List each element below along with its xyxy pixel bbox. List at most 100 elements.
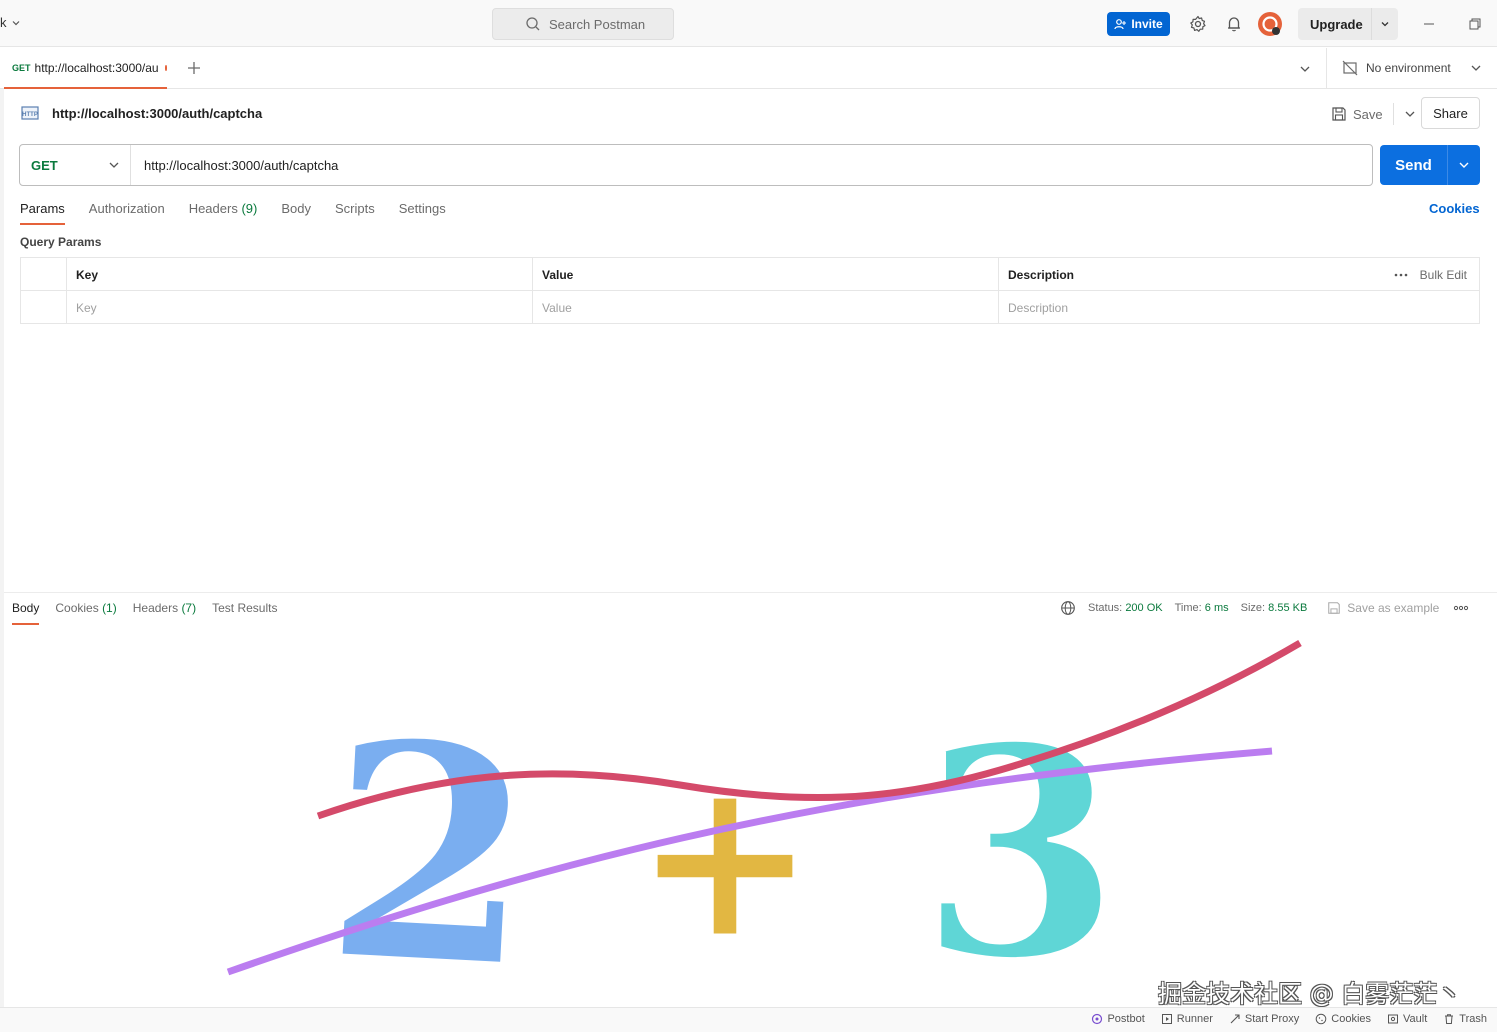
- tab-title: http://localhost:3000/au: [34, 60, 159, 75]
- tab-label: Headers: [132, 601, 179, 615]
- title-bar: k Search Postman Invite Upgrade: [0, 0, 1497, 47]
- time-label: Time:: [1174, 602, 1202, 614]
- tab-response-cookies[interactable]: Cookies (1): [55, 601, 116, 625]
- tab-scripts[interactable]: Scripts: [335, 201, 375, 225]
- tab-count: (1): [102, 601, 117, 615]
- tab-params[interactable]: Params: [20, 201, 65, 225]
- tab-authorization[interactable]: Authorization: [89, 201, 165, 225]
- statusbar-postbot[interactable]: Postbot: [1091, 1013, 1145, 1025]
- tab-request[interactable]: GET http://localhost:3000/au: [4, 48, 167, 89]
- tab-method: GET: [12, 62, 31, 73]
- search-input[interactable]: Search Postman: [492, 8, 674, 40]
- tab-count: (9): [241, 201, 258, 216]
- query-params-title: Query Params: [20, 235, 102, 249]
- tab-settings[interactable]: Settings: [399, 201, 446, 225]
- restore-button[interactable]: [1465, 14, 1485, 34]
- tab-body[interactable]: Body: [281, 201, 311, 225]
- statusbar-cookies[interactable]: Cookies: [1315, 1013, 1371, 1025]
- unsaved-indicator: [164, 64, 167, 71]
- globe-icon[interactable]: [1060, 600, 1076, 616]
- status-label: Status:: [1088, 602, 1123, 614]
- minimize-icon: [1424, 23, 1434, 25]
- tab-response-body[interactable]: Body: [12, 601, 40, 625]
- send-options-button[interactable]: [1448, 159, 1480, 171]
- minimize-button[interactable]: [1419, 14, 1439, 34]
- bulk-edit-label: Bulk Edit: [1419, 267, 1467, 282]
- cookies-link[interactable]: Cookies: [1429, 201, 1480, 216]
- statusbar-label: Cookies: [1331, 1013, 1372, 1025]
- invite-button[interactable]: Invite: [1107, 12, 1170, 36]
- search-icon: [526, 17, 540, 31]
- row-checkbox[interactable]: [21, 291, 66, 324]
- environment-selector[interactable]: No environment: [1326, 48, 1497, 88]
- description-input[interactable]: Description: [998, 291, 1479, 324]
- share-button[interactable]: Share: [1421, 97, 1480, 129]
- pane-divider[interactable]: [4, 592, 1497, 593]
- tab-label: Test Results: [212, 601, 278, 615]
- key-input[interactable]: Key: [66, 291, 532, 324]
- upgrade-button[interactable]: Upgrade: [1298, 8, 1398, 40]
- upgrade-label: Upgrade: [1310, 16, 1363, 32]
- statusbar-label: Runner: [1176, 1013, 1213, 1025]
- statusbar-runner[interactable]: Runner: [1161, 1013, 1213, 1025]
- column-value: Value: [532, 258, 998, 291]
- postbot-icon: [1092, 1013, 1103, 1025]
- size-info[interactable]: Size: 8.55 KB: [1241, 602, 1308, 614]
- url-input[interactable]: http://localhost:3000/auth/captcha: [144, 158, 338, 173]
- request-title-bar: HTTP http://localhost:3000/auth/captcha: [20, 103, 262, 123]
- statusbar-label: Vault: [1403, 1013, 1428, 1025]
- new-tab-button[interactable]: [186, 60, 202, 76]
- chevron-down-icon: [1381, 22, 1389, 27]
- bell-icon: [1228, 17, 1240, 32]
- statusbar-label: Trash: [1459, 1013, 1487, 1025]
- value-input[interactable]: Value: [532, 291, 998, 324]
- time-value: 6 ms: [1204, 602, 1229, 614]
- chevron-down-icon: [12, 20, 19, 25]
- tab-label: Body: [281, 201, 311, 216]
- more-icon[interactable]: [1453, 605, 1469, 611]
- avatar[interactable]: [1257, 11, 1283, 37]
- save-as-example-button[interactable]: Save as example: [1327, 601, 1439, 615]
- tab-response-headers[interactable]: Headers (7): [133, 601, 196, 625]
- column-key: Key: [66, 258, 532, 291]
- method-select[interactable]: GET: [20, 145, 131, 185]
- status-info[interactable]: Status: 200 OK: [1088, 602, 1163, 614]
- chevron-down-icon: [109, 162, 119, 168]
- settings-button[interactable]: [1188, 14, 1208, 34]
- http-request-icon: HTTP: [21, 106, 39, 120]
- tab-test-results[interactable]: Test Results: [212, 601, 277, 625]
- statusbar-vault[interactable]: Vault: [1387, 1013, 1427, 1025]
- more-icon[interactable]: [1394, 273, 1408, 277]
- time-info[interactable]: Time: 6 ms: [1175, 602, 1229, 614]
- tab-headers[interactable]: Headers (9): [189, 201, 258, 225]
- avatar-icon: [1258, 12, 1282, 36]
- upgrade-menu-button[interactable]: [1372, 19, 1398, 29]
- trash-icon: [1445, 1014, 1454, 1024]
- add-user-icon: [1114, 19, 1127, 30]
- chevron-down-icon: [1300, 66, 1310, 72]
- save-icon: [1332, 107, 1346, 121]
- chevron-down-icon[interactable]: [1404, 108, 1416, 120]
- send-button[interactable]: Send: [1380, 145, 1480, 185]
- plus-icon: [188, 62, 200, 74]
- tab-count: (7): [181, 601, 197, 615]
- statusbar-label: Start Proxy: [1244, 1013, 1300, 1025]
- tab-label: Cookies: [55, 601, 99, 615]
- save-example-label: Save as example: [1347, 601, 1440, 615]
- save-button[interactable]: Save: [1331, 103, 1416, 125]
- gear-icon: [1190, 15, 1206, 32]
- tabs-dropdown-button[interactable]: [1299, 63, 1311, 75]
- response-tabs: Body Cookies (1) Headers (7) Test Result…: [12, 601, 277, 625]
- chevron-down-icon: [1459, 162, 1469, 168]
- notifications-button[interactable]: [1224, 14, 1244, 34]
- statusbar-start-proxy[interactable]: Start Proxy: [1229, 1013, 1299, 1025]
- request-title[interactable]: http://localhost:3000/auth/captcha: [52, 106, 262, 121]
- table-row: Key Value Description: [21, 291, 1479, 324]
- divider: [1392, 103, 1394, 125]
- workspace-switcher[interactable]: k: [0, 15, 21, 30]
- tab-label: Body: [12, 601, 40, 615]
- bulk-edit-button[interactable]: Bulk Edit: [1394, 258, 1467, 291]
- statusbar-trash[interactable]: Trash: [1443, 1013, 1487, 1025]
- runner-icon: [1161, 1014, 1172, 1024]
- tab-label: Headers: [188, 201, 238, 216]
